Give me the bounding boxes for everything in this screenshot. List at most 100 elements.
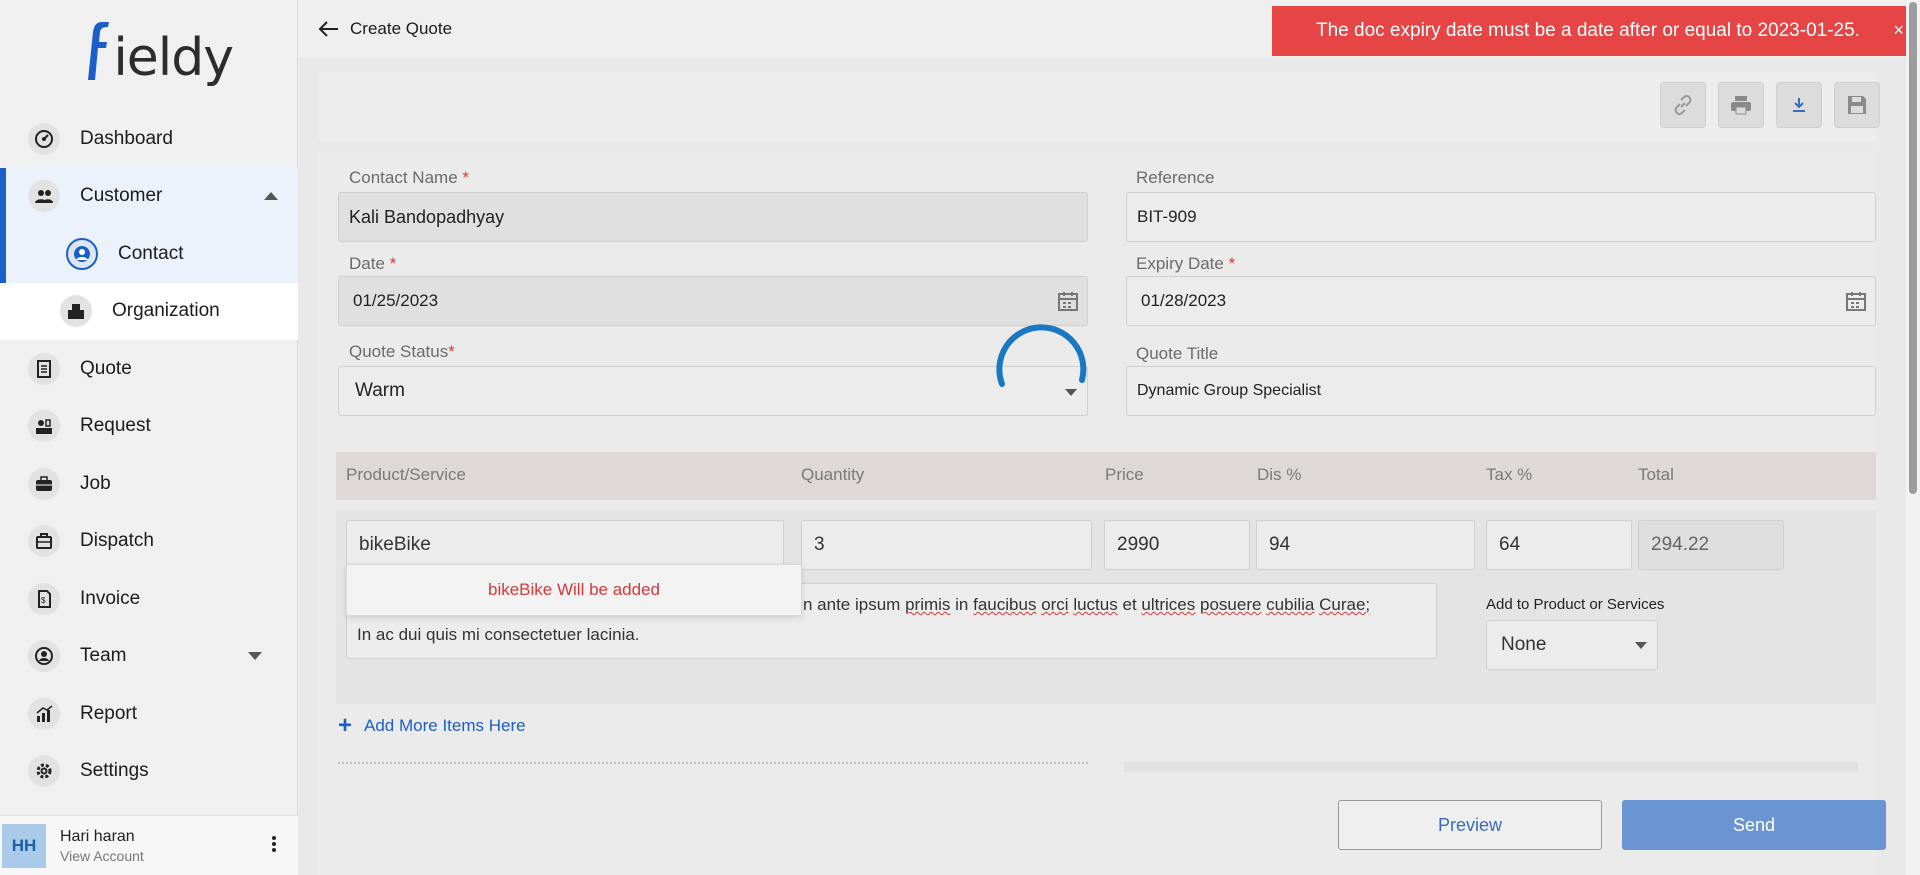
sidebar-item-label: Invoice [80, 587, 141, 609]
sidebar-item-label: Job [80, 472, 111, 494]
column-header-discount: Dis % [1257, 465, 1302, 484]
sidebar-item-label: Dispatch [80, 530, 154, 552]
sidebar-item-dashboard[interactable]: Dashboard [0, 110, 298, 168]
product-input[interactable]: bikeBike [346, 520, 784, 570]
sidebar-item-organization[interactable]: Organization [0, 282, 298, 340]
tax-input[interactable]: 64 [1486, 520, 1632, 570]
sidebar-item-label: Report [80, 702, 138, 724]
building-icon [60, 295, 92, 328]
price-input[interactable]: 2990 [1104, 520, 1250, 570]
arrow-left-icon [318, 21, 338, 37]
dispatch-icon [28, 525, 60, 558]
quote-status-label: Quote Status* [349, 342, 455, 361]
quote-form: Contact Name * Kali Bandopadhyay Referen… [318, 150, 1886, 875]
chevron-down-icon[interactable] [248, 652, 262, 661]
sidebar: fieldy Dashboard Customer Contact O [0, 0, 298, 875]
link-icon[interactable] [1660, 82, 1706, 128]
divider [1124, 762, 1858, 772]
add-to-products-label: Add to Product or Services [1486, 596, 1665, 613]
sidebar-item-quote[interactable]: Quote [0, 340, 298, 398]
sidebar-item-label: Quote [80, 357, 132, 379]
expiry-date-field[interactable]: 01/28/2023 [1126, 276, 1876, 326]
loading-spinner [996, 324, 1087, 387]
items-table-header: Product/Service Quantity Price Dis % Tax… [336, 452, 1876, 500]
sidebar-item-label: Customer [80, 185, 163, 207]
quote-status-select[interactable]: Warm [338, 366, 1088, 416]
view-account-link[interactable]: View Account [60, 848, 144, 864]
reference-label: Reference [1136, 168, 1215, 187]
sidebar-item-dispatch[interactable]: Dispatch [0, 513, 298, 571]
add-to-products-select[interactable]: None [1486, 620, 1658, 670]
more-options-icon[interactable] [272, 836, 276, 854]
sidebar-item-team[interactable]: Team [0, 628, 298, 686]
sidebar-item-invoice[interactable]: $ Invoice [0, 570, 298, 628]
page-title: Create Quote [350, 19, 453, 38]
plus-icon: + [338, 712, 353, 739]
line-item-row: bikeBike 3 2990 94 64 294.22 n ante ipsu… [336, 510, 1876, 704]
back-button[interactable]: Create Quote [318, 18, 452, 40]
quote-title-label: Quote Title [1136, 344, 1219, 363]
account-panel[interactable]: HH Hari haran View Account [0, 815, 298, 875]
logo-text: fieldy [113, 28, 234, 88]
fieldy-logo[interactable]: fieldy [84, 16, 234, 88]
calendar-icon[interactable] [1845, 290, 1867, 312]
sidebar-item-job[interactable]: Job [0, 455, 298, 513]
dashboard-icon [28, 122, 60, 155]
quote-toolbar [318, 72, 1880, 142]
date-field[interactable]: 01/25/2023 [338, 276, 1088, 326]
total-field: 294.22 [1638, 520, 1784, 570]
close-icon[interactable]: × [1893, 20, 1904, 41]
quantity-input[interactable]: 3 [801, 520, 1092, 570]
contact-name-field[interactable]: Kali Bandopadhyay [338, 192, 1088, 242]
scrollbar[interactable] [1906, 0, 1920, 875]
expiry-date-label: Expiry Date * [1136, 254, 1236, 273]
sidebar-item-label: Contact [118, 242, 184, 264]
svg-text:$: $ [41, 596, 46, 605]
sidebar-item-label: Request [80, 415, 151, 437]
toast-message: The doc expiry date must be a date after… [1316, 20, 1860, 41]
divider [338, 762, 1088, 764]
column-header-product: Product/Service [346, 465, 466, 484]
calendar-icon[interactable] [1057, 290, 1079, 312]
account-name: Hari haran [60, 827, 135, 845]
sidebar-item-customer[interactable]: Customer [0, 167, 298, 225]
users-icon [28, 180, 60, 213]
preview-button[interactable]: Preview [1338, 800, 1602, 850]
job-icon [28, 467, 60, 500]
product-suggestion[interactable]: bikeBike Will be added [346, 564, 802, 616]
scrollbar-thumb[interactable] [1909, 2, 1917, 494]
sidebar-item-label: Team [80, 645, 127, 667]
discount-input[interactable]: 94 [1256, 520, 1475, 570]
sidebar-item-report[interactable]: Report [0, 685, 298, 743]
contact-icon [66, 237, 98, 270]
quote-icon [28, 352, 60, 385]
description-line-2: In ac dui quis mi consectetuer lacinia. [357, 625, 640, 644]
column-header-tax: Tax % [1486, 465, 1533, 484]
add-more-items-button[interactable]: + Add More Items Here [338, 712, 526, 739]
sidebar-item-label: Settings [80, 760, 149, 782]
contact-name-label: Contact Name * [349, 168, 470, 187]
sidebar-nav: Dashboard Customer Contact Organization [0, 110, 298, 800]
print-icon[interactable] [1718, 82, 1764, 128]
date-label: Date * [349, 254, 397, 273]
error-toast: The doc expiry date must be a date after… [1272, 6, 1918, 56]
quote-title-field[interactable]: Dynamic Group Specialist [1126, 366, 1876, 416]
avatar: HH [2, 823, 46, 868]
column-header-total: Total [1638, 465, 1674, 484]
sidebar-item-request[interactable]: Request [0, 398, 298, 456]
chevron-up-icon[interactable] [264, 192, 278, 201]
sidebar-item-contact[interactable]: Contact [0, 167, 298, 283]
sidebar-item-label: Dashboard [80, 127, 173, 149]
send-button[interactable]: Send [1622, 800, 1886, 850]
save-icon[interactable] [1834, 82, 1880, 128]
chevron-down-icon [1635, 642, 1647, 649]
column-header-quantity: Quantity [801, 465, 865, 484]
request-icon [28, 410, 60, 443]
column-header-price: Price [1105, 465, 1144, 484]
sidebar-item-label: Organization [112, 300, 220, 322]
reference-field[interactable]: BIT-909 [1126, 192, 1876, 242]
settings-icon [28, 755, 60, 788]
invoice-icon: $ [28, 582, 60, 615]
sidebar-item-settings[interactable]: Settings [0, 743, 298, 801]
download-icon[interactable] [1776, 82, 1822, 128]
